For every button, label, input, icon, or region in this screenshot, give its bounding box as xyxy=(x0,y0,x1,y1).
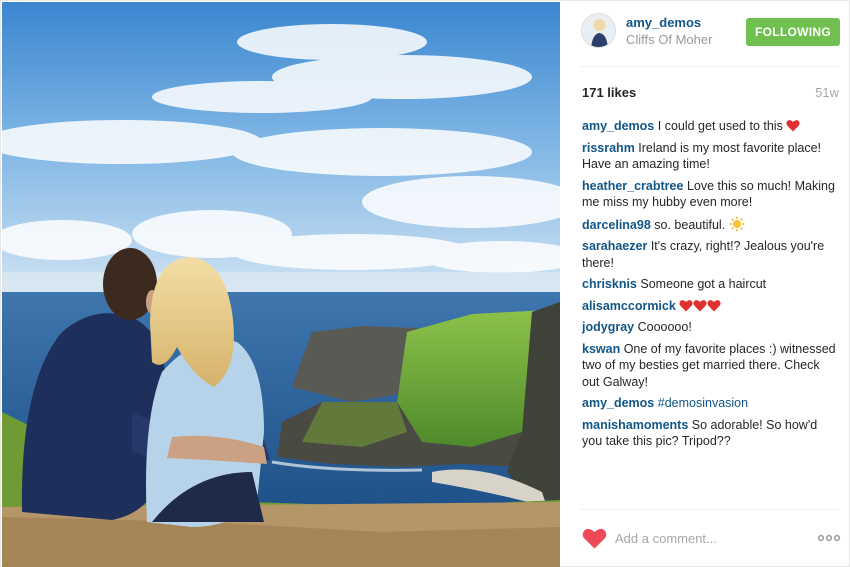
cliffs-photo-illustration xyxy=(2,2,560,567)
red-heart-icon xyxy=(693,299,707,312)
comment-item: darcelina98 so. beautiful. xyxy=(582,216,838,234)
avatar-image xyxy=(582,14,615,47)
comment-item: amy_demos #demosinvasion xyxy=(582,395,838,412)
comment-username[interactable]: heather_crabtree xyxy=(582,179,683,193)
heart-icon[interactable] xyxy=(582,527,607,549)
comment-item: heather_crabtree Love this so much! Maki… xyxy=(582,178,838,211)
comment-item: kswan One of my favorite places :) witne… xyxy=(582,341,838,391)
post-header: amy_demos Cliffs Of Moher FOLLOWING xyxy=(561,1,850,63)
comment-item: jodygray Coooooo! xyxy=(582,319,838,336)
post-username[interactable]: amy_demos xyxy=(626,15,701,30)
footer-divider xyxy=(581,509,839,510)
comment-text: Someone got a haircut xyxy=(640,277,767,291)
more-options-icon[interactable] xyxy=(817,531,841,545)
likes-count[interactable]: 171 likes xyxy=(582,85,636,100)
post-location[interactable]: Cliffs Of Moher xyxy=(626,32,712,47)
comment-username[interactable]: chrisknis xyxy=(582,277,637,291)
red-heart-icon xyxy=(707,299,721,312)
instagram-post: amy_demos Cliffs Of Moher FOLLOWING 171 … xyxy=(0,0,850,567)
red-heart-icon xyxy=(786,119,800,132)
post-photo[interactable] xyxy=(2,2,560,567)
comment-username[interactable]: rissrahm xyxy=(582,141,635,155)
post-sidebar: amy_demos Cliffs Of Moher FOLLOWING 171 … xyxy=(561,1,850,567)
comment-text: so. beautiful. xyxy=(654,217,726,232)
comment-hashtag[interactable]: #demosinvasion xyxy=(658,396,748,410)
following-button[interactable]: FOLLOWING xyxy=(746,18,840,46)
comment-item: sarahaezer It's crazy, right!? Jealous y… xyxy=(582,238,838,271)
add-comment-input[interactable] xyxy=(615,525,810,551)
avatar[interactable] xyxy=(581,13,616,48)
comment-username[interactable]: kswan xyxy=(582,342,620,356)
red-heart-icon xyxy=(679,299,693,312)
three-red-hearts-icon xyxy=(679,299,721,313)
comment-username[interactable]: amy_demos xyxy=(582,396,654,410)
comment-username[interactable]: darcelina98 xyxy=(582,218,651,232)
header-divider xyxy=(581,66,839,67)
comment-username[interactable]: sarahaezer xyxy=(582,239,647,253)
comment-username[interactable]: manishamoments xyxy=(582,418,688,432)
comment-text: Coooooo! xyxy=(637,320,692,334)
comment-item: alisamccormick xyxy=(582,298,838,315)
comment-username[interactable]: jodygray xyxy=(582,320,634,334)
comment-item: rissrahm Ireland is my most favorite pla… xyxy=(582,140,838,173)
comment-username[interactable]: amy_demos xyxy=(582,119,654,133)
sun-icon xyxy=(729,216,745,232)
comment-text: I could get used to this xyxy=(657,119,783,133)
comment-item: amy_demos I could get used to this xyxy=(582,118,838,135)
comments-list: amy_demos I could get used to this rissr… xyxy=(582,118,838,455)
comment-text: One of my favorite places :) witnessed t… xyxy=(582,341,836,389)
comment-item: manishamoments So adorable! So how'd you… xyxy=(582,417,838,450)
post-time-ago[interactable]: 51w xyxy=(815,85,839,100)
comment-username[interactable]: alisamccormick xyxy=(582,299,676,313)
comment-item: chrisknis Someone got a haircut xyxy=(582,276,838,293)
